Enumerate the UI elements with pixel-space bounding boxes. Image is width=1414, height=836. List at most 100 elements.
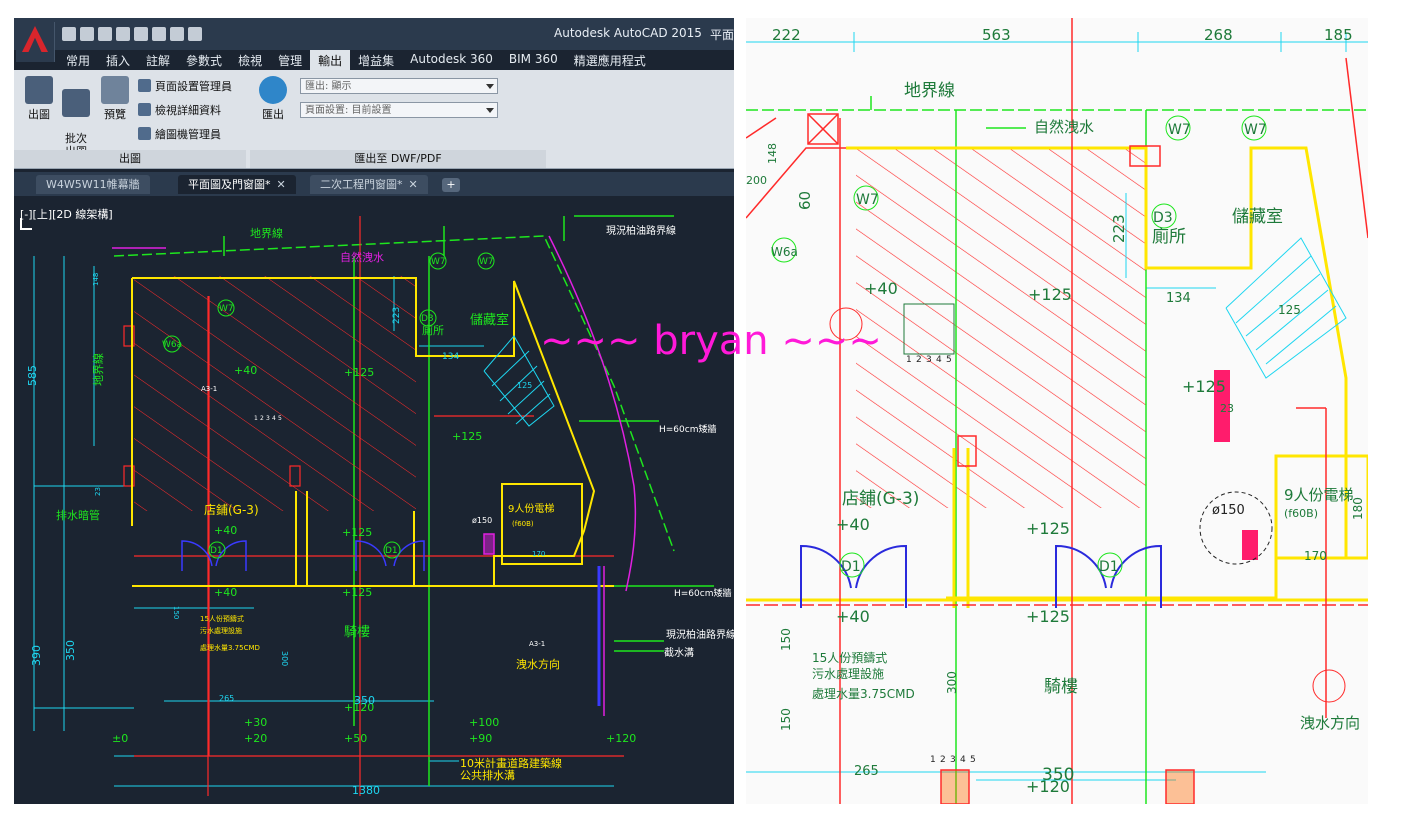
tab-annotate[interactable]: 註解	[138, 50, 178, 70]
tag-w6a: W6a	[162, 340, 182, 350]
label-natural-drain: 自然洩水	[1034, 118, 1094, 136]
plotter-icon	[138, 127, 151, 140]
tag-w7: W7	[479, 257, 494, 267]
watermark-text: ~~~ bryan ~~~	[540, 318, 882, 364]
view-details-button[interactable]: 檢視詳細資料	[138, 102, 221, 118]
batch-plot-button[interactable]: 批次 出圖	[58, 76, 94, 158]
tag-d1: D1	[385, 546, 398, 556]
label-property-line: 地界線	[904, 81, 955, 101]
batch-plot-icon	[62, 89, 90, 117]
document-tabs: W4W5W11帷幕牆 平面圖及門窗圖* ✕ 二次工程門窗圖* ✕ +	[14, 172, 734, 196]
label-toilet: 廁所	[1152, 226, 1186, 247]
app-title-suffix: 平面	[710, 28, 734, 42]
cad-drawing-canvas[interactable]: W7 W7 W7 W6a D1 D1 D3 地界線 自然洩水 現況柏油路界線 H…	[14, 196, 734, 804]
close-icon[interactable]: ✕	[277, 178, 286, 191]
level-40: +40	[214, 586, 237, 599]
export-combo[interactable]: 匯出: 顯示	[300, 78, 498, 94]
dim-170: 170	[532, 550, 545, 558]
save-as-icon[interactable]	[116, 27, 130, 41]
close-icon[interactable]: ✕	[409, 178, 418, 191]
tab-home[interactable]: 常用	[58, 50, 98, 70]
label-property-line-vertical: 地界線	[91, 353, 105, 386]
tab-featured-apps[interactable]: 精選應用程式	[566, 50, 654, 70]
redo-icon[interactable]	[170, 27, 184, 41]
stair-num: 5	[946, 355, 952, 365]
ribbon-panel: 出圖 批次 出圖 預覽 頁面設置管理員 檢視詳細資料 繪圖機管理員 出圖 匯出 …	[14, 70, 734, 169]
details-icon	[138, 103, 151, 116]
label-storage: 儲藏室	[1232, 207, 1283, 227]
stair-num: 1	[930, 755, 936, 765]
doc-tab-label: 二次工程門窗圖*	[320, 178, 403, 191]
dim-200: 200	[746, 174, 767, 187]
save-icon[interactable]	[98, 27, 112, 41]
open-icon[interactable]	[80, 27, 94, 41]
level-100: +100	[469, 716, 499, 729]
tab-parametric[interactable]: 參數式	[178, 50, 230, 70]
quick-access-toolbar	[62, 27, 202, 43]
level-40: +40	[864, 279, 898, 298]
level-125: +125	[342, 586, 372, 599]
label-shop: 店鋪(G-3)	[842, 489, 919, 509]
label-intercept-ditch: 截水溝	[664, 646, 694, 659]
label-sewage-3: 處理水量3.75CMD	[812, 687, 915, 701]
stair-num: 4	[960, 755, 966, 765]
label-sewage-1: 15人份預鑄式	[812, 650, 887, 665]
dim-150: 150	[779, 708, 793, 731]
new-tab-button[interactable]: +	[442, 178, 460, 192]
level-40: +40	[214, 524, 237, 537]
page-setup-combo[interactable]: 頁面設置: 目前設置	[300, 102, 498, 118]
level-30: +30	[244, 716, 267, 729]
label-public-ditch: 公共排水溝	[460, 768, 515, 782]
level-125: +125	[452, 430, 482, 443]
tab-bim360[interactable]: BIM 360	[501, 50, 566, 70]
tab-view[interactable]: 檢視	[230, 50, 270, 70]
page-setup-manager-button[interactable]: 頁面設置管理員	[138, 78, 232, 94]
tab-manage[interactable]: 管理	[270, 50, 310, 70]
plot-button[interactable]: 出圖	[22, 76, 56, 122]
undo-icon[interactable]	[152, 27, 166, 41]
tag-d1: D1	[841, 559, 861, 575]
view-details-label: 檢視詳細資料	[155, 104, 221, 117]
doc-tab-floor-plan[interactable]: 平面圖及門窗圖* ✕	[178, 175, 296, 194]
tab-output[interactable]: 輸出	[310, 50, 351, 70]
label-dia150: ø150	[1212, 503, 1245, 518]
ribbon-tabs: 常用 插入 註解 參數式 檢視 管理 輸出 增益集 Autodesk 360 B…	[58, 50, 654, 70]
label-elevator-code: (f60B)	[1284, 507, 1318, 520]
stair-num: 2	[940, 755, 946, 765]
tab-addins[interactable]: 增益集	[350, 50, 402, 70]
stair-num: 3	[926, 355, 932, 365]
preview-button[interactable]: 預覽	[98, 76, 132, 122]
label-toilet: 廁所	[422, 323, 444, 337]
doc-tab-label: 平面圖及門窗圖*	[188, 178, 271, 191]
dim-150: 150	[172, 606, 180, 619]
stair-num: 1	[254, 415, 258, 422]
dim-350: 350	[1042, 765, 1074, 785]
tag-w7: W7	[1244, 122, 1267, 138]
tab-insert[interactable]: 插入	[98, 50, 138, 70]
doors	[181, 540, 601, 706]
label-a31: A3-1	[529, 640, 545, 648]
tag-w7: W7	[856, 192, 879, 208]
magenta-marks	[1214, 370, 1258, 560]
new-icon[interactable]	[62, 27, 76, 41]
customize-icon[interactable]	[188, 27, 202, 41]
export-button[interactable]: 匯出	[256, 76, 290, 122]
level-125: +125	[1182, 377, 1226, 396]
stair-num: 2	[260, 415, 264, 422]
plotter-manager-button[interactable]: 繪圖機管理員	[138, 126, 221, 142]
tab-autodesk360[interactable]: Autodesk 360	[402, 50, 501, 70]
level-20: +20	[244, 732, 267, 745]
doc-tab-secondary-works[interactable]: 二次工程門窗圖* ✕	[310, 175, 428, 194]
dim-148: 148	[766, 143, 779, 164]
tag-d1: D1	[1099, 559, 1119, 575]
level-0: ±0	[112, 732, 128, 745]
page-setup-label: 頁面設置管理員	[155, 80, 232, 93]
print-icon[interactable]	[134, 27, 148, 41]
application-menu-button[interactable]	[16, 22, 55, 62]
level-125: +125	[344, 366, 374, 379]
doc-tab-w4w5w11[interactable]: W4W5W11帷幕牆	[36, 175, 150, 194]
label-drain-pipe: 排水暗管	[56, 508, 100, 522]
tag-d3: D3	[421, 314, 434, 324]
dim-222: 222	[772, 26, 801, 44]
label-existing-road-line: 現況柏油路界線	[606, 224, 676, 237]
